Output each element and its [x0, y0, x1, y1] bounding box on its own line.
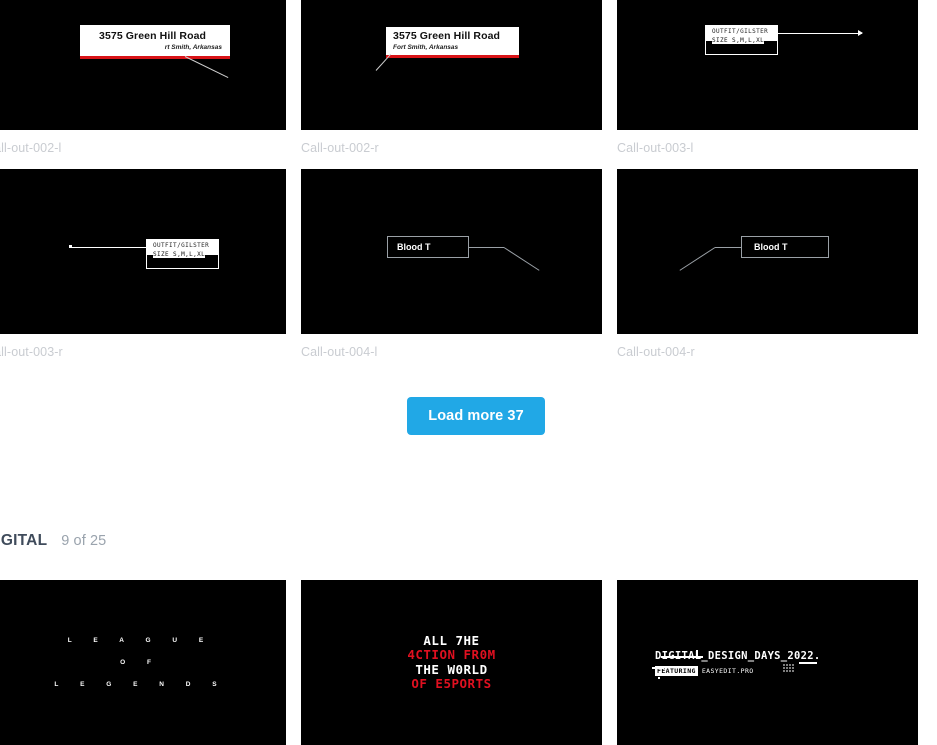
spec-line-2: SIZE S,M,L,XL: [712, 37, 765, 44]
tile-preview-digital-design-days[interactable]: DIGITAL_DESIGN_DAYS_2022. FEATURING EASY…: [617, 580, 918, 745]
decor-dot: [658, 677, 660, 679]
spec-line-2: SIZE S,M,L,XL: [153, 251, 206, 258]
decor-rule-small: [652, 667, 664, 669]
league-of-legends-type: L E A G U E O F L E G E N D S: [0, 630, 286, 696]
esports-line-3: THE W0RLD: [415, 661, 488, 677]
blood-card: Blood T: [741, 236, 829, 258]
spec-card: OUTFIT/GILSTER SIZE S,M,L,XL: [705, 25, 778, 55]
section-header-digital: DIGITAL 9 of 25: [0, 532, 106, 550]
tile-caption: Call-out-004-l: [301, 345, 378, 359]
tile-preview-callout-002-r[interactable]: 3575 Green Hill Road Fort Smith, Arkansa…: [301, 0, 602, 130]
gallery-tile[interactable]: DIGITAL_DESIGN_DAYS_2022. FEATURING EASY…: [617, 580, 918, 745]
leader-line: [375, 53, 392, 71]
spec-card: OUTFIT/GILSTER SIZE S,M,L,XL: [146, 239, 219, 269]
address-line-2: rt Smith, Arkansas: [164, 44, 222, 51]
load-more-button[interactable]: Load more 37: [407, 397, 545, 435]
spec-line-1: OUTFIT/GILSTER: [712, 28, 769, 35]
callout-tile-grid: 3575 Green Hill Road rt Smith, Arkansas …: [0, 0, 937, 155]
address-card: 3575 Green Hill Road rt Smith, Arkansas: [80, 25, 230, 56]
decor-rule-right: [799, 662, 817, 664]
tile-caption: Call-out-003-r: [0, 345, 63, 359]
lol-line-1: L E A G U E: [67, 636, 214, 644]
card-underline: [386, 55, 519, 58]
tile-preview-callout-003-r[interactable]: OUTFIT/GILSTER SIZE S,M,L,XL: [0, 169, 286, 334]
gallery-tile[interactable]: ALL 7HE 4CTION FR0M THE W0RLD OF E5PORTS: [301, 580, 602, 745]
load-more-row: Load more 37: [0, 397, 937, 435]
gallery-tile[interactable]: 3575 Green Hill Road rt Smith, Arkansas …: [0, 0, 286, 155]
tile-preview-callout-004-r[interactable]: Blood T: [617, 169, 918, 334]
leader-endpoint: [69, 245, 72, 248]
address-line-1: 3575 Green Hill Road: [393, 30, 501, 42]
tile-caption: Call-out-002-l: [0, 141, 62, 155]
gallery-tile[interactable]: Blood T Call-out-004-l: [301, 169, 602, 359]
leader-line-h: [469, 247, 504, 248]
tile-caption: Call-out-002-r: [301, 141, 379, 155]
leader-line-d: [503, 247, 540, 271]
address-card: 3575 Green Hill Road Fort Smith, Arkansa…: [386, 27, 519, 55]
gallery-tile[interactable]: OUTFIT/GILSTER SIZE S,M,L,XL Call-out-00…: [0, 169, 286, 359]
esports-line-4: OF E5PORTS: [411, 676, 492, 691]
ddd-title: DIGITAL_DESIGN_DAYS_2022.: [655, 649, 821, 662]
leader-line: [778, 33, 862, 34]
ddd-featuring-value: EASYEDIT.PRO: [701, 666, 754, 675]
tile-caption: Call-out-003-l: [617, 141, 694, 155]
gallery-tile[interactable]: 3575 Green Hill Road Fort Smith, Arkansa…: [301, 0, 602, 155]
esports-line-1: ALL 7HE: [423, 632, 480, 648]
ddd-subtitle: FEATURING EASYEDIT.PRO: [655, 665, 821, 676]
tile-preview-esports-type[interactable]: ALL 7HE 4CTION FR0M THE W0RLD OF E5PORTS: [301, 580, 602, 745]
gallery-tile[interactable]: Blood T Call-out-004-r: [617, 169, 918, 359]
spec-line-1: OUTFIT/GILSTER: [153, 242, 210, 249]
esports-type: ALL 7HE 4CTION FR0M THE W0RLD OF E5PORTS: [301, 632, 602, 692]
blood-card: Blood T: [387, 236, 469, 258]
leader-arrowhead: [858, 30, 863, 36]
blood-card-label: Blood T: [397, 242, 431, 252]
blood-card-label: Blood T: [754, 242, 788, 252]
callout-tile-grid-row2: OUTFIT/GILSTER SIZE S,M,L,XL Call-out-00…: [0, 169, 937, 359]
digital-tile-grid: L E A G U E O F L E G E N D S ALL 7HE 4C…: [0, 580, 937, 745]
digital-design-days-type: DIGITAL_DESIGN_DAYS_2022. FEATURING EASY…: [655, 650, 821, 676]
tile-preview-league-of-legends[interactable]: L E A G U E O F L E G E N D S: [0, 580, 286, 745]
leader-line-d: [679, 247, 716, 271]
section-count: 9 of 25: [61, 533, 107, 549]
gallery-tile[interactable]: L E A G U E O F L E G E N D S: [0, 580, 286, 745]
lol-line-2: O F: [120, 658, 161, 666]
decor-dot-matrix: [783, 664, 794, 672]
leader-line: [70, 247, 148, 248]
gallery-page: 3575 Green Hill Road rt Smith, Arkansas …: [0, 0, 937, 745]
tile-preview-callout-002-l[interactable]: 3575 Green Hill Road rt Smith, Arkansas: [0, 0, 286, 130]
gallery-tile[interactable]: OUTFIT/GILSTER SIZE S,M,L,XL Call-out-00…: [617, 0, 918, 155]
leader-line-h: [715, 247, 742, 248]
address-line-1: 3575 Green Hill Road: [99, 30, 207, 42]
tile-preview-callout-004-l[interactable]: Blood T: [301, 169, 602, 334]
card-underline: [80, 56, 230, 59]
address-line-2: Fort Smith, Arkansas: [393, 44, 459, 51]
tile-preview-callout-003-l[interactable]: OUTFIT/GILSTER SIZE S,M,L,XL: [617, 0, 918, 130]
esports-line-2: 4CTION FR0M: [407, 647, 496, 662]
section-title: DIGITAL: [0, 532, 48, 549]
leader-line: [184, 56, 229, 78]
lol-line-3: L E G E N D S: [54, 680, 227, 688]
tile-caption: Call-out-004-r: [617, 345, 695, 359]
